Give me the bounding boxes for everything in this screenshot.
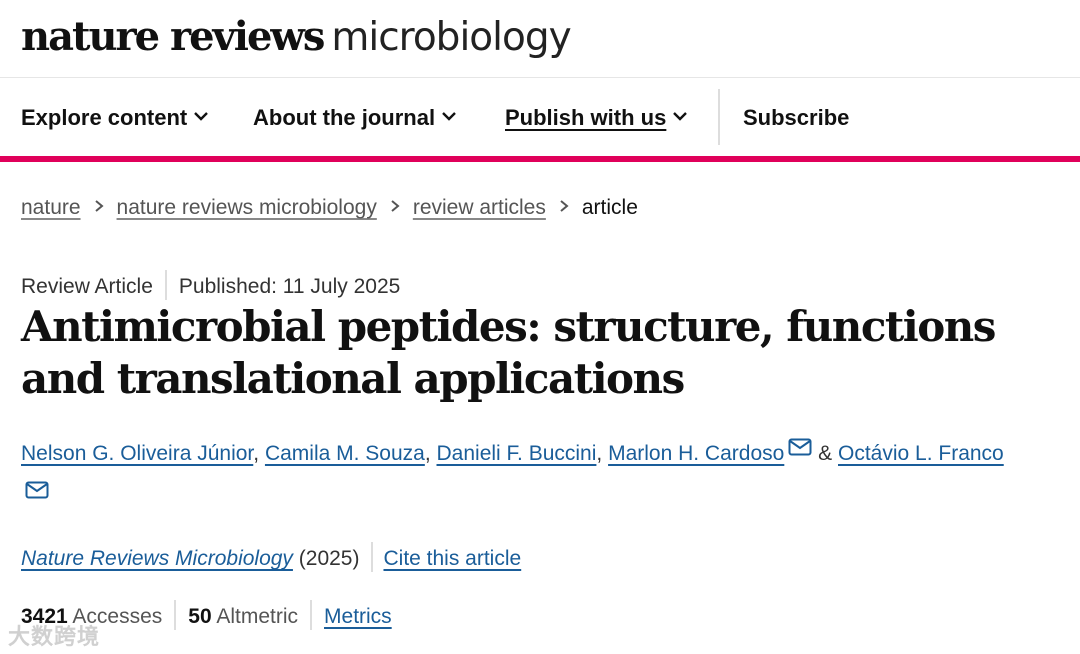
- citation-divider: [371, 542, 374, 573]
- author-and: &: [812, 442, 838, 465]
- journal-name-link[interactable]: Nature Reviews Microbiology: [21, 547, 293, 570]
- watermark: 大数跨境: [8, 624, 101, 649]
- breadcrumb-nature[interactable]: nature: [21, 196, 81, 219]
- nav-publish-with-us[interactable]: Publish with us: [505, 104, 688, 132]
- chevron-down-icon: [673, 112, 688, 121]
- author-separator: ,: [253, 442, 265, 465]
- breadcrumb: nature nature reviews microbiology review …: [21, 194, 638, 222]
- chevron-right-icon: [560, 200, 569, 213]
- journal-citation: Nature Reviews Microbiology (2025) Cite t…: [21, 542, 521, 573]
- breadcrumb-current: article: [581, 196, 638, 219]
- chevron-right-icon: [391, 200, 400, 213]
- logo-brand: nature reviews: [21, 13, 325, 60]
- altmetric-count: 50: [188, 605, 212, 628]
- breadcrumb-review-articles[interactable]: review articles: [413, 196, 546, 219]
- publication-year: (2025): [298, 547, 360, 570]
- article-type: Review Article: [21, 275, 153, 298]
- breadcrumb-journal[interactable]: nature reviews microbiology: [117, 196, 377, 219]
- author-link[interactable]: Camila M. Souza: [265, 442, 425, 465]
- meta-divider: [164, 270, 167, 301]
- chevron-right-icon: [94, 200, 104, 213]
- chevron-down-icon: [442, 112, 456, 121]
- chevron-down-icon: [194, 112, 209, 121]
- main-nav: Explore content About the journal Publis…: [0, 79, 1080, 156]
- cite-article-link[interactable]: Cite this article: [383, 547, 521, 570]
- nav-about-journal[interactable]: About the journal: [253, 104, 457, 132]
- altmetric-label: Altmetric: [216, 605, 299, 628]
- nav-explore-content-label: Explore content: [21, 105, 188, 130]
- accent-bar: [0, 156, 1080, 162]
- author-link[interactable]: Nelson G. Oliveira Júnior: [21, 442, 253, 465]
- masthead: nature reviews microbiology: [0, 0, 1080, 78]
- metrics-divider: [174, 600, 177, 631]
- author-link[interactable]: Octávio L. Franco: [838, 442, 1004, 465]
- journal-logo[interactable]: nature reviews microbiology: [21, 12, 572, 71]
- published-date: Published: 11 July 2025: [178, 275, 401, 298]
- metrics-divider: [310, 600, 313, 631]
- nav-about-journal-label: About the journal: [253, 105, 436, 130]
- author-list: Nelson G. Oliveira Júnior, Camila M. Sou…: [21, 435, 1071, 499]
- envelope-icon[interactable]: [788, 438, 812, 456]
- author-separator: ,: [424, 442, 437, 465]
- author-separator: ,: [596, 442, 609, 465]
- metrics-link[interactable]: Metrics: [324, 605, 392, 628]
- article-title: Antimicrobial peptides: structure, funct…: [21, 302, 996, 403]
- logo-journal: microbiology: [331, 15, 571, 60]
- author-link[interactable]: Danieli F. Buccini: [437, 442, 597, 465]
- article-meta: Review Article Published: 11 July 2025: [21, 270, 401, 301]
- nav-divider: [718, 89, 720, 145]
- envelope-icon[interactable]: [25, 481, 49, 499]
- nav-publish-with-us-label: Publish with us: [505, 105, 667, 130]
- author-link[interactable]: Marlon H. Cardoso: [608, 442, 784, 465]
- nav-explore-content[interactable]: Explore content: [21, 104, 209, 132]
- nav-subscribe[interactable]: Subscribe: [743, 104, 849, 132]
